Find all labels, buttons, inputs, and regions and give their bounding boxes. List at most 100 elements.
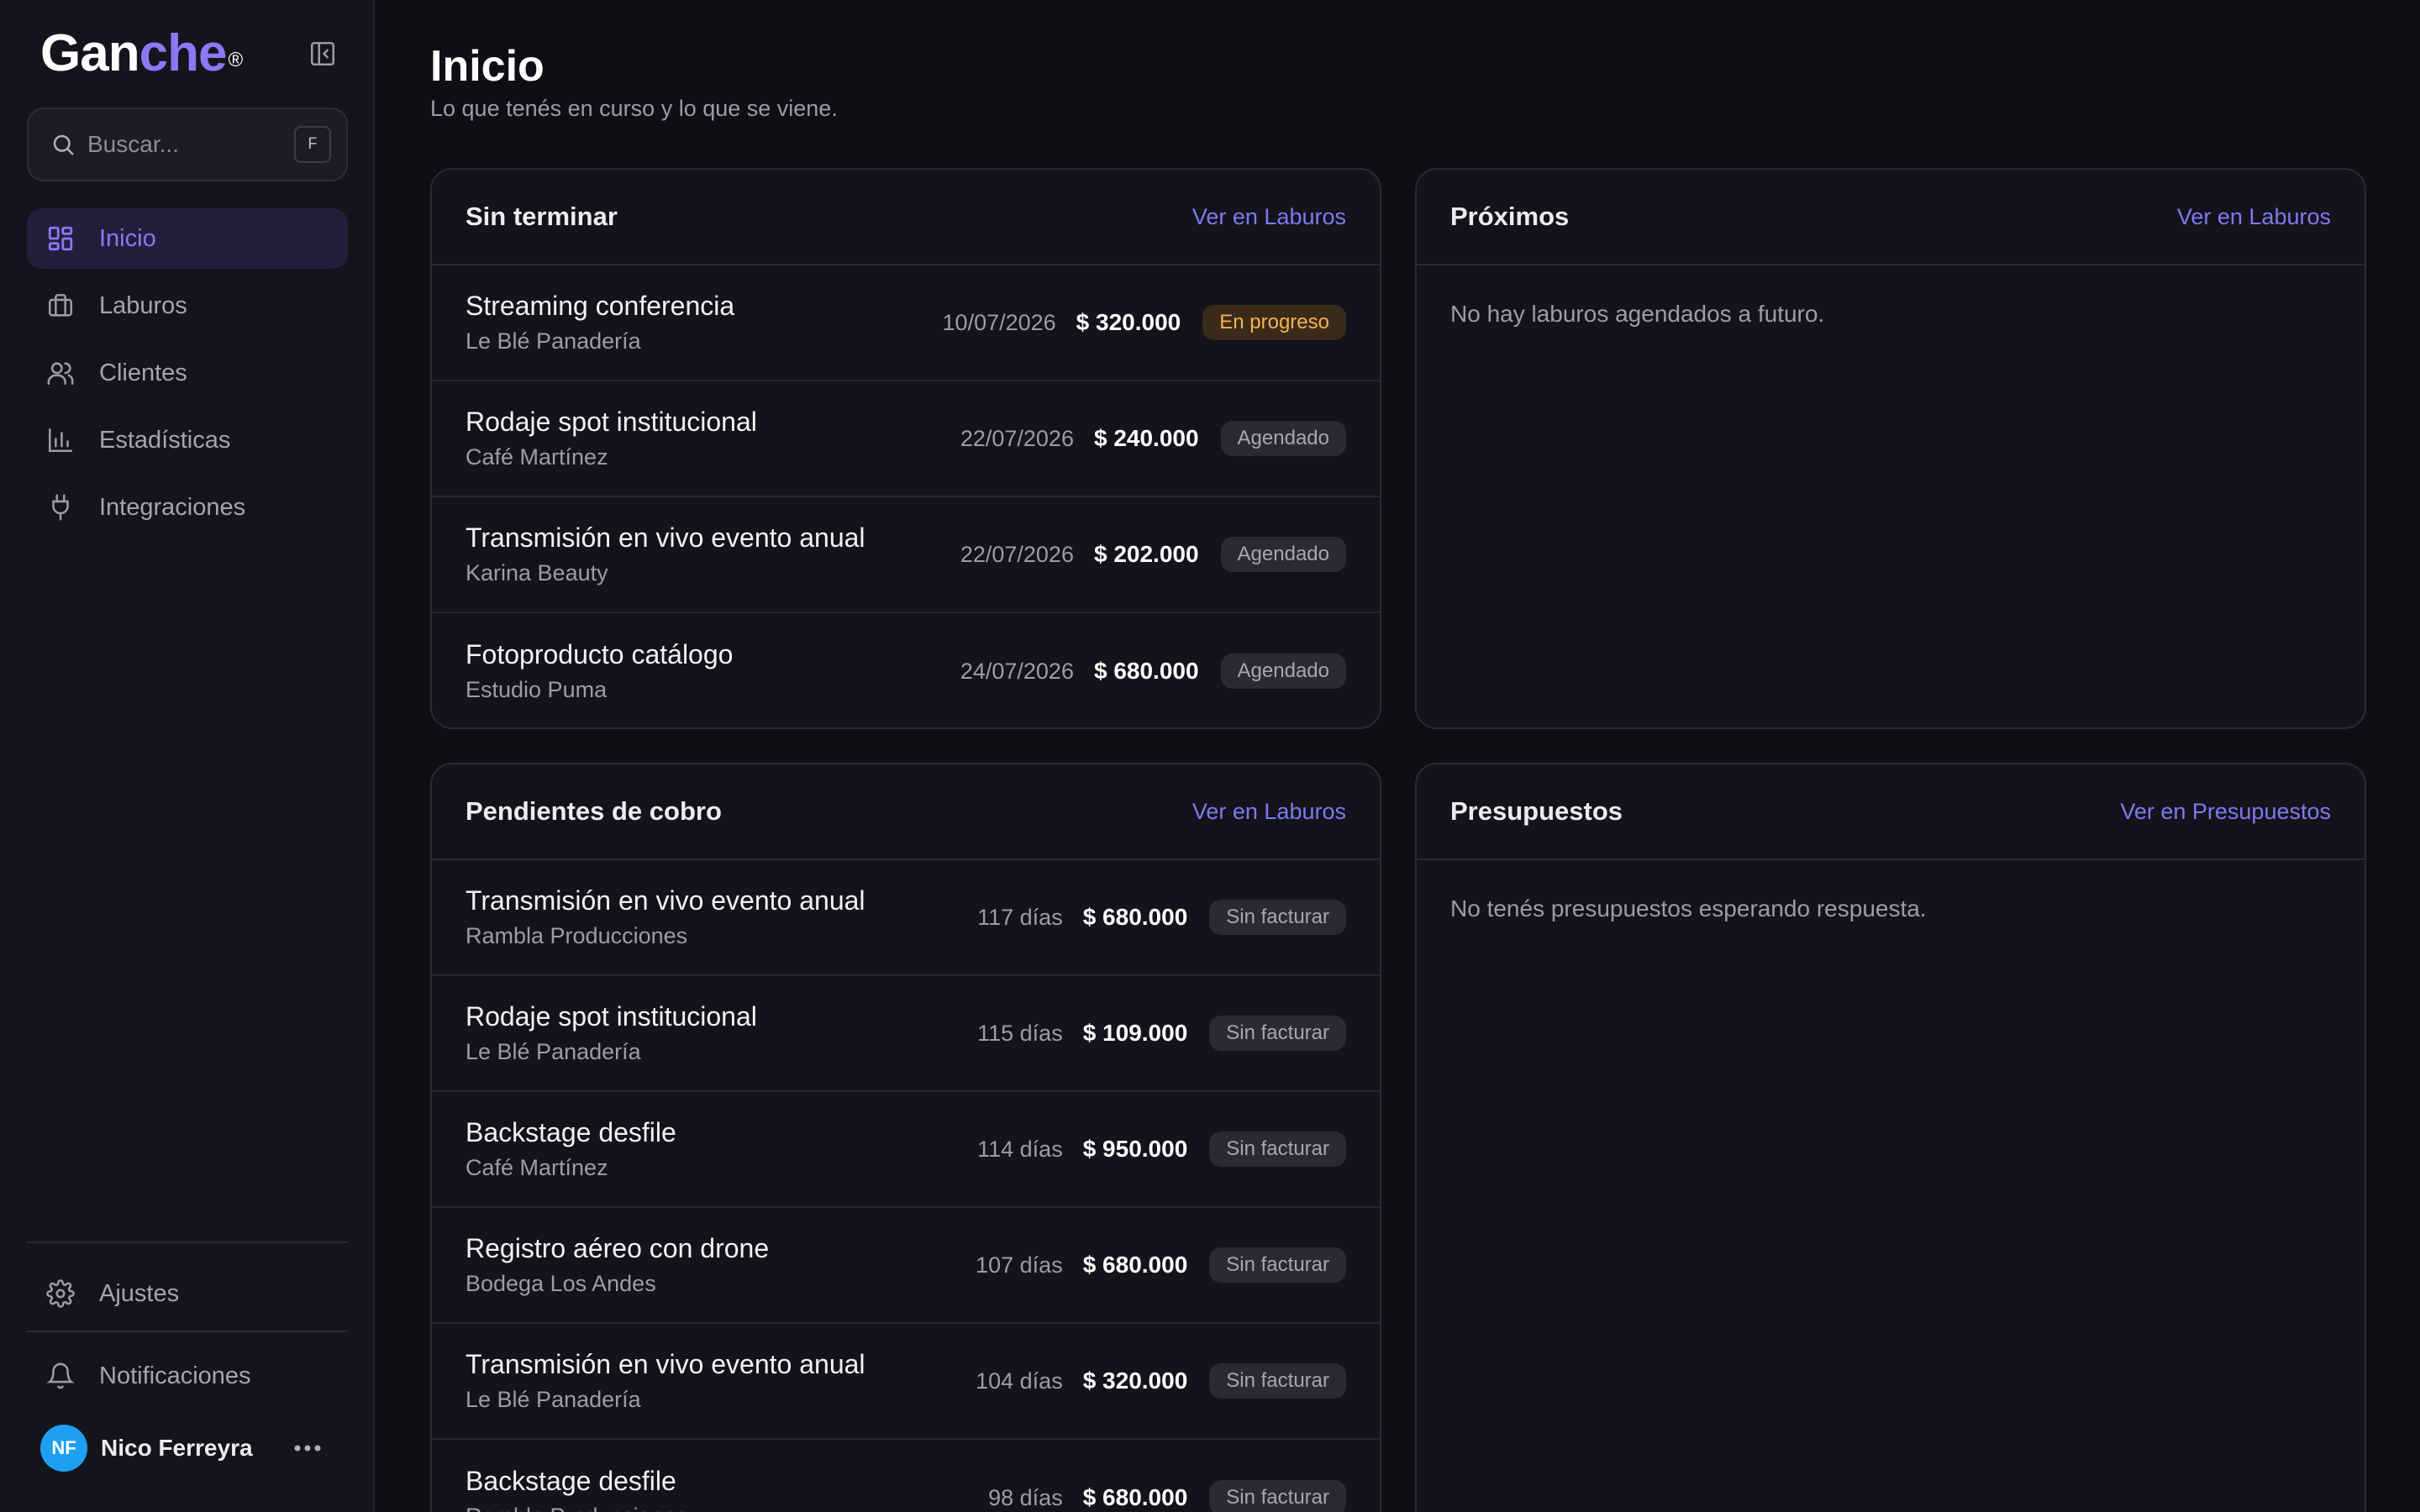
sidebar: Ganche® F Inicio Laburos: [0, 0, 375, 1512]
avatar: NF: [40, 1425, 87, 1472]
nav-item-label: Estadísticas: [99, 426, 231, 454]
plug-icon: [45, 492, 76, 522]
list-item[interactable]: Streaming conferencia Le Blé Panadería 10…: [432, 265, 1380, 381]
client-name: Karina Beauty: [466, 560, 608, 585]
list-item[interactable]: Fotoproducto catálogo Estudio Puma 24/07/…: [432, 613, 1380, 727]
brand-logo[interactable]: Ganche®: [40, 24, 243, 84]
client-name: Café Martínez: [466, 1155, 608, 1180]
days-pending: 107 días: [976, 1252, 1063, 1278]
more-options-button[interactable]: [291, 1435, 324, 1462]
gear-icon: [45, 1278, 76, 1309]
list-item[interactable]: Rodaje spot institucional Café Martínez 2…: [432, 381, 1380, 497]
sidebar-divider: [27, 1242, 348, 1243]
nav-item-clientes[interactable]: Clientes: [27, 343, 348, 403]
days-pending: 114 días: [977, 1136, 1063, 1162]
search-box[interactable]: F: [27, 108, 348, 181]
view-in-laburos-link[interactable]: Ver en Laburos: [1192, 204, 1346, 230]
view-in-laburos-link[interactable]: Ver en Laburos: [1192, 799, 1346, 825]
sidebar-notifications: Notificaciones: [27, 1346, 348, 1413]
card-title: Presupuestos: [1450, 796, 1623, 826]
user-menu[interactable]: NF Nico Ferreyra: [40, 1425, 334, 1472]
job-title: Backstage desfile: [466, 1466, 676, 1496]
client-name: Le Blé Panadería: [466, 328, 641, 354]
card-header: Pendientes de cobro Ver en Laburos: [432, 764, 1380, 860]
nav-item-ajustes[interactable]: Ajustes: [27, 1263, 348, 1324]
job-amount: $ 320.000: [1076, 309, 1181, 335]
list-item[interactable]: Backstage desfile Rambla Producciones 98 …: [432, 1440, 1380, 1512]
status-badge: Agendado: [1220, 537, 1346, 572]
job-date: 10/07/2026: [942, 309, 1056, 335]
status-badge: Agendado: [1220, 421, 1346, 456]
list-item[interactable]: Backstage desfile Café Martínez 114 días …: [432, 1092, 1380, 1208]
ellipsis-icon: [294, 1445, 321, 1452]
job-amount: $ 109.000: [1082, 1020, 1188, 1046]
job-title: Transmisión en vivo evento anual: [466, 1349, 865, 1379]
job-amount: $ 320.000: [1082, 1368, 1188, 1394]
client-name: Rambla Producciones: [466, 923, 688, 948]
job-title: Streaming conferencia: [466, 291, 735, 321]
nav-item-inicio[interactable]: Inicio: [27, 208, 348, 269]
job-amount: $ 202.000: [1093, 541, 1199, 567]
search-icon: [50, 132, 76, 157]
user-name: Nico Ferreyra: [101, 1435, 253, 1461]
client-name: Le Blé Panadería: [466, 1387, 641, 1412]
empty-state: No hay laburos agendados a futuro.: [1450, 301, 1825, 327]
nav-item-estadisticas[interactable]: Estadísticas: [27, 410, 348, 470]
unfinished-card: Sin terminar Ver en Laburos Streaming co…: [430, 168, 1381, 729]
briefcase-icon: [45, 291, 76, 321]
job-amount: $ 680.000: [1082, 904, 1188, 930]
card-title: Próximos: [1450, 202, 1570, 231]
sidebar-settings: Ajustes: [27, 1263, 348, 1331]
brand-name-prefix: Gan: [40, 24, 140, 82]
status-badge: Sin facturar: [1209, 1016, 1346, 1051]
nav-item-label: Notificaciones: [99, 1362, 251, 1389]
nav-item-label: Clientes: [99, 359, 187, 386]
users-icon: [45, 358, 76, 388]
nav-item-laburos[interactable]: Laburos: [27, 276, 348, 336]
status-badge: Sin facturar: [1209, 900, 1346, 935]
bar-chart-icon: [45, 425, 76, 455]
job-amount: $ 680.000: [1082, 1484, 1188, 1510]
nav-item-label: Inicio: [99, 224, 156, 252]
list-item[interactable]: Transmisión en vivo evento anual Le Blé P…: [432, 1324, 1380, 1440]
view-in-quotes-link[interactable]: Ver en Presupuestos: [2120, 799, 2331, 825]
job-title: Transmisión en vivo evento anual: [466, 522, 865, 553]
list-item[interactable]: Transmisión en vivo evento anual Karina B…: [432, 497, 1380, 613]
status-badge: Sin facturar: [1209, 1247, 1346, 1283]
job-amount: $ 680.000: [1093, 658, 1199, 684]
status-badge: Sin facturar: [1209, 1363, 1346, 1399]
search-input[interactable]: [87, 131, 281, 158]
client-name: Rambla Producciones: [466, 1501, 988, 1512]
status-badge: Sin facturar: [1209, 1131, 1346, 1167]
job-amount: $ 240.000: [1093, 425, 1199, 451]
nav-item-integraciones[interactable]: Integraciones: [27, 477, 348, 538]
status-badge: Agendado: [1220, 654, 1346, 689]
list-item[interactable]: Registro aéreo con drone Bodega Los Andes…: [432, 1208, 1380, 1324]
job-date: 22/07/2026: [960, 541, 1074, 567]
card-title: Sin terminar: [466, 202, 618, 231]
view-in-laburos-link[interactable]: Ver en Laburos: [2177, 204, 2331, 230]
status-badge: Sin facturar: [1209, 1480, 1346, 1512]
days-pending: 115 días: [977, 1020, 1063, 1046]
pending-payments-card: Pendientes de cobro Ver en Laburos Trans…: [430, 763, 1381, 1512]
brand-name-accent: che: [139, 24, 228, 82]
search-shortcut-key: F: [294, 126, 331, 163]
collapse-sidebar-button[interactable]: [306, 39, 339, 69]
page-title: Inicio: [430, 42, 544, 91]
nav-item-label: Integraciones: [99, 493, 246, 521]
list-item[interactable]: Rodaje spot institucional Le Blé Panaderí…: [432, 976, 1380, 1092]
pending-list: Transmisión en vivo evento anual Rambla P…: [432, 860, 1380, 1512]
unfinished-list: Streaming conferencia Le Blé Panadería 10…: [432, 265, 1380, 727]
job-title: Rodaje spot institucional: [466, 1001, 757, 1032]
grid-icon: [45, 223, 76, 254]
list-item[interactable]: Transmisión en vivo evento anual Rambla P…: [432, 860, 1380, 976]
empty-state: No tenés presupuestos esperando respuest…: [1450, 895, 1927, 921]
sidebar-collapse-icon: [310, 41, 335, 66]
client-name: Le Blé Panadería: [466, 1039, 641, 1064]
days-pending: 117 días: [977, 904, 1063, 930]
job-title: Rodaje spot institucional: [466, 407, 757, 437]
nav-item-notificaciones[interactable]: Notificaciones: [27, 1346, 348, 1406]
quotes-card: Presupuestos Ver en Presupuestos No tené…: [1415, 763, 2366, 1512]
main-nav: Inicio Laburos Clientes Estadísticas Int…: [27, 208, 348, 544]
job-date: 24/07/2026: [960, 658, 1074, 684]
